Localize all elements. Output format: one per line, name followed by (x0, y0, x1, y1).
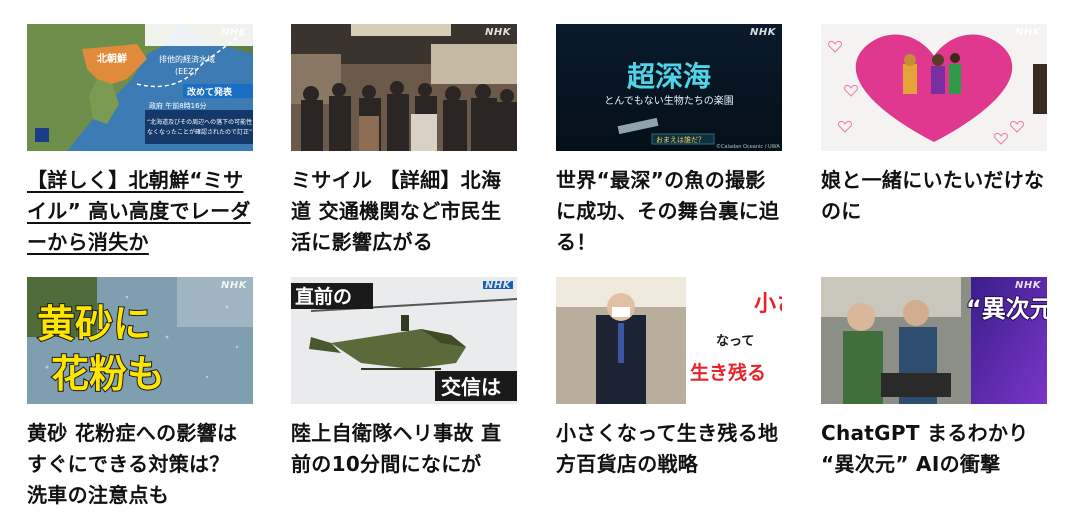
svg-text:排他的経済水域: 排他的経済水域 (159, 54, 215, 64)
article-thumbnail[interactable]: NHK (821, 24, 1047, 151)
article-title[interactable]: ChatGPT まるわかり “異次元” AIの衝撃 (821, 418, 1047, 480)
article-title[interactable]: 黄砂 花粉症への影響は すぐにできる対策は？ 洗車の注意点も (27, 418, 253, 511)
svg-text:(EEZ): (EEZ) (175, 67, 197, 76)
svg-text:政府 午前8時16分: 政府 午前8時16分 (149, 101, 207, 110)
svg-text:花粉も: 花粉も (51, 352, 165, 396)
nhk-logo: NHK (221, 280, 247, 291)
nhk-logo: NHK (1015, 27, 1041, 38)
article-title[interactable]: 陸上自衛隊ヘリ事故 直前の10分間になにが (291, 418, 517, 480)
article-thumbnail[interactable]: 超深海 とんでもない生物たちの楽園 おまえは誰だ？ ©Caladan Ocean… (556, 24, 782, 151)
article-title[interactable]: 世界“最深”の魚の撮影に成功、その舞台裏に迫る！ (556, 165, 782, 258)
svg-text:小さく: 小さく (754, 292, 782, 317)
svg-text:超深海: 超深海 (627, 60, 711, 93)
nhk-logo: NHK (485, 280, 511, 291)
map-label-nk: 北朝鮮 (97, 52, 127, 65)
svg-text:直前の: 直前の (295, 285, 352, 308)
helicopter-image: 直前の 交信は (291, 277, 517, 404)
article-thumbnail[interactable]: 黄砂に 花粉も NHK (27, 277, 253, 404)
department-store-image: 小さく なって 生き残る (556, 277, 782, 404)
svg-text:生き残る: 生き残る (690, 361, 766, 384)
article-title[interactable]: 娘と一緒にいたいだけなのに (821, 165, 1047, 227)
article-title[interactable]: 【詳しく】北朝鮮“ミサイル” 高い高度でレーダーから消失か (27, 165, 253, 258)
article-title[interactable]: 小さくなって生き残る地方百貨店の戦略 (556, 418, 782, 480)
svg-text:とんでもない生物たちの楽園: とんでもない生物たちの楽園 (604, 94, 734, 107)
crowd-station-image (291, 24, 517, 151)
article-thumbnail[interactable]: “異次元” NHK (821, 277, 1047, 404)
nhk-logo: NHK (485, 27, 511, 38)
article-card-deepest-fish[interactable]: 超深海 とんでもない生物たちの楽園 おまえは誰だ？ ©Caladan Ocean… (556, 24, 782, 258)
svg-text:©Caladan Oceanic / UWA: ©Caladan Oceanic / UWA (716, 143, 780, 150)
article-thumbnail[interactable]: NHK (291, 24, 517, 151)
svg-text:おまえは誰だ？: おまえは誰だ？ (656, 135, 705, 144)
article-title[interactable]: ミサイル 【詳細】北海道 交通機関など市民生活に影響広がる (291, 165, 517, 258)
svg-text:なって: なって (716, 334, 754, 349)
article-thumbnail[interactable]: 北朝鮮 排他的経済水域 (EEZ) 改めて発表 政府 午前8時16分 “北海道及… (27, 24, 253, 151)
article-card-daughter[interactable]: NHK 娘と一緒にいたいだけなのに (821, 24, 1047, 227)
dusty-window-image: 黄砂に 花粉も (27, 277, 253, 404)
article-card-yellow-sand[interactable]: 黄砂に 花粉も NHK 黄砂 花粉症への影響は すぐにできる対策は？ 洗車の注意… (27, 277, 253, 511)
nhk-logo: NHK (750, 280, 776, 291)
article-thumbnail[interactable]: 小さく なって 生き残る NHK (556, 277, 782, 404)
nhk-logo: NHK (221, 27, 247, 38)
nhk-logo: NHK (750, 27, 776, 38)
svg-text:“異次元”: “異次元” (966, 295, 1047, 323)
article-thumbnail[interactable]: 直前の 交信は NHK (291, 277, 517, 404)
svg-text:交信は: 交信は (441, 375, 501, 399)
article-card-department-store[interactable]: 小さく なって 生き残る NHK 小さくなって生き残る地方百貨店の戦略 (556, 277, 782, 480)
svg-text:“北海道及びその周辺への落下の可能性: “北海道及びその周辺への落下の可能性 (147, 118, 252, 126)
nhk-logo: NHK (1015, 280, 1041, 291)
news-grid: 北朝鮮 排他的経済水域 (EEZ) 改めて発表 政府 午前8時16分 “北海道及… (0, 0, 1080, 528)
heart-drawing-image (821, 24, 1047, 151)
svg-text:黄砂に: 黄砂に (37, 302, 151, 346)
deep-sea-image: 超深海 とんでもない生物たちの楽園 おまえは誰だ？ ©Caladan Ocean… (556, 24, 782, 151)
svg-text:改めて発表: 改めて発表 (187, 86, 233, 98)
article-card-hokkaido-transport[interactable]: NHK ミサイル 【詳細】北海道 交通機関など市民生活に影響広がる (291, 24, 517, 258)
article-card-north-korea-missile[interactable]: 北朝鮮 排他的経済水域 (EEZ) 改めて発表 政府 午前8時16分 “北海道及… (27, 24, 253, 258)
students-laptop-image: “異次元” (821, 277, 1047, 404)
article-card-sdf-helicopter[interactable]: 直前の 交信は NHK 陸上自衛隊ヘリ事故 直前の10分間になにが (291, 277, 517, 480)
map-thumbnail-image: 北朝鮮 排他的経済水域 (EEZ) 改めて発表 政府 午前8時16分 “北海道及… (27, 24, 253, 151)
article-card-chatgpt[interactable]: “異次元” NHK ChatGPT まるわかり “異次元” AIの衝撃 (821, 277, 1047, 480)
svg-text:なくなったことが確認されたので訂正”: なくなったことが確認されたので訂正” (147, 128, 252, 136)
